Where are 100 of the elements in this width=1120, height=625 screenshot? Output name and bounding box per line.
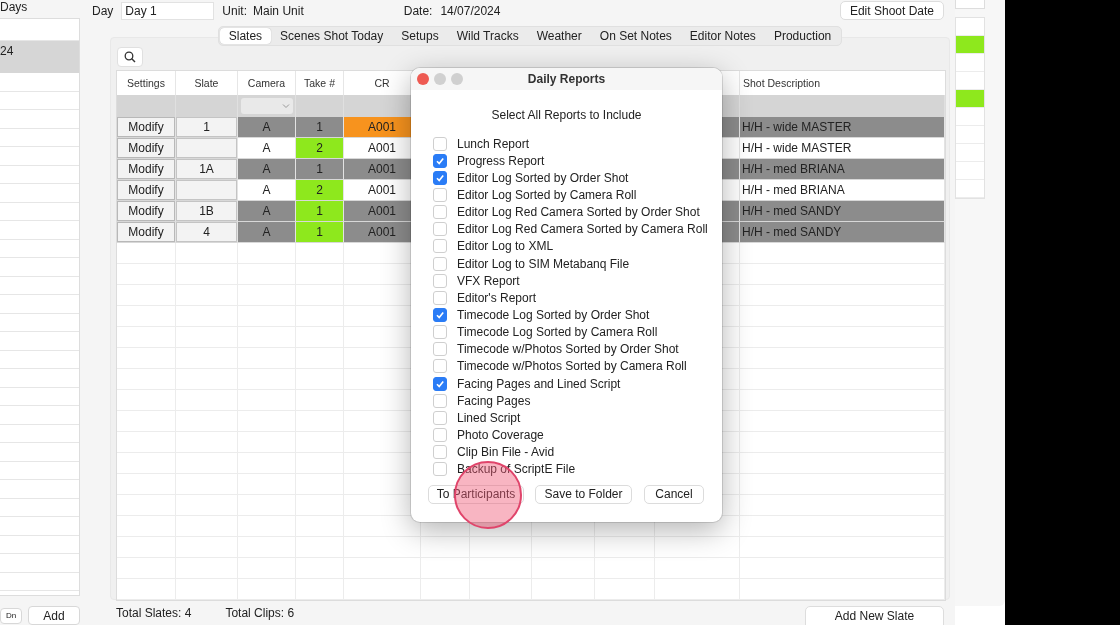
table-cell [470, 579, 532, 600]
table-cell [176, 579, 238, 600]
to-participants-button[interactable]: To Participants [428, 484, 524, 504]
table-cell [296, 579, 344, 600]
modify-button[interactable]: Modify [117, 222, 175, 242]
checkbox[interactable] [433, 205, 447, 220]
tab[interactable]: Setups [392, 28, 448, 44]
tab[interactable]: Wild Tracks [447, 28, 528, 44]
table-cell [117, 537, 176, 558]
chevron-down-icon [281, 103, 290, 109]
checkbox[interactable] [433, 342, 447, 357]
table-cell [117, 327, 176, 348]
search-button[interactable] [117, 47, 143, 67]
table-cell [117, 516, 176, 537]
table-cell [117, 348, 176, 369]
date-value: 14/07/2024 [440, 3, 501, 18]
tab[interactable]: Editor Notes [680, 28, 765, 44]
camera-cell: A [238, 117, 296, 138]
column-header: Shot Description [742, 76, 822, 91]
table-cell [117, 390, 176, 411]
report-option-label: Editor's Report [457, 290, 536, 305]
camera-cell: A [238, 222, 296, 243]
report-option-label: Timecode w/Photos Sorted by Order Shot [457, 342, 679, 357]
table-cell [532, 537, 595, 558]
table-cell [595, 579, 655, 600]
slate-cell: 1A [176, 159, 237, 179]
checkbox[interactable] [433, 445, 447, 460]
report-option-label: Timecode Log Sorted by Order Shot [457, 307, 650, 322]
take-cell: 2 [296, 138, 344, 159]
checkbox[interactable] [433, 273, 447, 288]
edit-shoot-date-button[interactable]: Edit Shoot Date [839, 1, 944, 20]
take-cell: 1 [296, 159, 344, 180]
table-cell [117, 411, 176, 432]
unit-value: Main Unit [253, 3, 304, 18]
checkbox[interactable] [433, 359, 447, 374]
shot-description-cell: H/H - med BRIANA [740, 159, 945, 180]
take-cell: 1 [296, 117, 344, 138]
tab[interactable]: Production [764, 28, 841, 44]
checkbox[interactable] [433, 239, 447, 254]
checkmark-icon [435, 172, 445, 183]
table-cell [595, 537, 655, 558]
report-option-label: Editor Log Sorted by Order Shot [457, 170, 629, 185]
report-option-label: Editor Log to SIM Metabanq File [457, 256, 630, 271]
checkbox[interactable] [433, 188, 447, 202]
window-controls-icon[interactable] [417, 73, 463, 85]
report-option-label: Lunch Report [457, 136, 530, 151]
shot-description-cell: H/H - med SANDY [740, 222, 945, 243]
table-cell [117, 432, 176, 453]
checkbox[interactable] [433, 290, 447, 305]
checkbox[interactable] [433, 376, 447, 391]
modify-button[interactable]: Modify [117, 159, 175, 179]
checkbox[interactable] [433, 153, 447, 168]
slate-cell: 1B [176, 201, 237, 221]
checkbox[interactable] [433, 325, 447, 340]
table-cell [117, 285, 176, 306]
dialog-title: Daily Reports [527, 72, 606, 86]
slate-cell: 4 [176, 222, 237, 242]
tab[interactable]: On Set Notes [590, 28, 681, 44]
day-field[interactable]: Day 1 [121, 1, 215, 20]
checkbox[interactable] [433, 307, 447, 322]
checkbox[interactable] [433, 256, 447, 271]
tab[interactable]: Slates [219, 28, 272, 44]
checkbox[interactable] [433, 462, 447, 477]
save-to-folder-button[interactable]: Save to Folder [535, 484, 632, 504]
table-cell [470, 537, 532, 558]
report-option-label: Facing Pages and Lined Script [457, 376, 621, 391]
tab[interactable]: Weather [527, 28, 591, 44]
modify-button[interactable]: Modify [117, 180, 175, 200]
checkbox[interactable] [433, 393, 447, 408]
checkbox[interactable] [433, 222, 447, 237]
modify-button[interactable]: Modify [117, 117, 175, 137]
modify-button[interactable]: Modify [117, 138, 175, 158]
table-cell [238, 243, 296, 264]
modify-button[interactable]: Modify [117, 201, 175, 221]
camera-cell: A [238, 201, 296, 222]
report-option-label: Timecode Log Sorted by Camera Roll [457, 325, 658, 340]
table-cell [532, 579, 595, 600]
checkbox[interactable] [433, 170, 447, 185]
cancel-button[interactable]: Cancel [644, 484, 704, 504]
down-button[interactable]: Dn [0, 607, 22, 624]
add-new-slate-button[interactable]: Add New Slate [805, 605, 944, 625]
tab[interactable]: Scenes Shot Today [271, 28, 393, 44]
checkbox[interactable] [433, 427, 447, 442]
slate-cell [176, 180, 237, 200]
checkmark-icon [435, 309, 445, 320]
unit-label: Unit: [222, 3, 248, 18]
add-button[interactable]: Add [28, 606, 80, 625]
checkbox[interactable] [433, 410, 447, 425]
take-cell: 2 [296, 180, 344, 201]
day-list-item[interactable]: 24 [0, 41, 79, 73]
dialog-subtitle: Select All Reports to Include [490, 108, 643, 122]
checkmark-icon [435, 155, 445, 166]
checkbox[interactable] [433, 136, 447, 151]
table-cell [117, 495, 176, 516]
table-cell [117, 264, 176, 285]
table-cell [421, 579, 470, 600]
take-cell: 1 [296, 201, 344, 222]
report-option-label: VFX Report [457, 273, 520, 288]
report-option-label: Editor Log Sorted by Camera Roll [457, 188, 637, 202]
report-option-label: Editor Log Red Camera Sorted by Order Shot [457, 205, 700, 220]
